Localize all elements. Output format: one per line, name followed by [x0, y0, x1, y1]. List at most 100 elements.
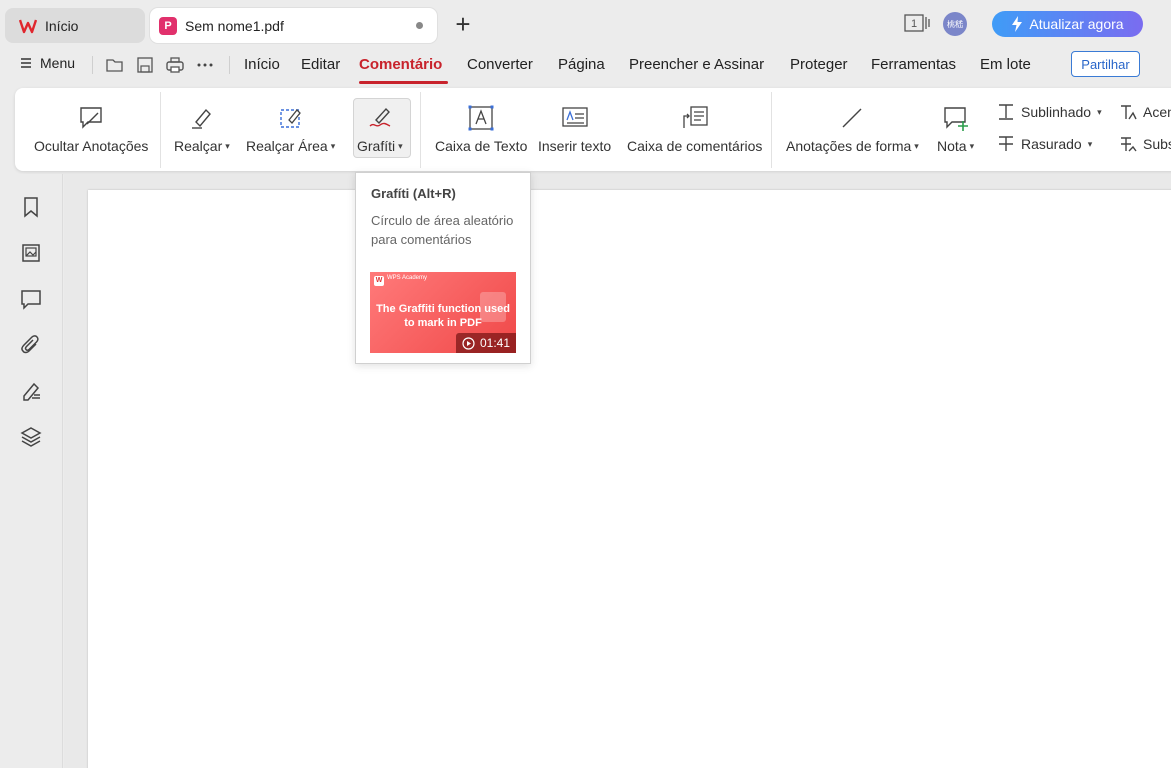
tab-document-label: Sem nome1.pdf [185, 17, 284, 34]
chevron-down-icon: ▾ [330, 140, 336, 151]
video-brand: WPS Academy [387, 275, 428, 281]
save-icon[interactable] [135, 56, 155, 74]
comment-box-icon [683, 106, 708, 128]
chevron-down-icon: ▾ [1097, 106, 1102, 117]
tab-home[interactable]: Início [5, 8, 145, 43]
open-folder-icon[interactable] [105, 56, 125, 74]
note-add-icon [943, 107, 968, 131]
tab-converter[interactable]: Converter [467, 56, 533, 73]
text-box-label: Caixa de Texto [435, 138, 528, 154]
tab-document[interactable]: P Sem nome1.pdf [150, 8, 437, 43]
highlight-area-icon [279, 109, 301, 128]
upgrade-button[interactable]: Atualizar agora [992, 11, 1143, 37]
substitute-button[interactable]: Subs [1119, 135, 1171, 153]
tab-inicio[interactable]: Início [244, 56, 280, 73]
line-shape-icon [842, 108, 862, 128]
tab-comentario[interactable]: Comentário [359, 56, 442, 73]
new-tab-button[interactable]: + [452, 11, 474, 38]
lightning-icon [1012, 16, 1023, 32]
layers-icon[interactable] [20, 426, 42, 448]
video-duration: 01:41 [479, 336, 511, 350]
strikethrough-button[interactable]: Rasurado ▾ [997, 135, 1092, 153]
chevron-down-icon: ▾ [1087, 138, 1093, 149]
substitute-label: Subs [1143, 136, 1171, 152]
tab-em-lote[interactable]: Em lote [980, 56, 1031, 73]
upgrade-label: Atualizar agora [1029, 16, 1124, 32]
bookmark-icon[interactable] [20, 196, 42, 218]
main-menu-button[interactable]: Menu [20, 55, 75, 71]
avatar[interactable]: 桃嵇 [943, 12, 967, 36]
tutorial-video-thumbnail[interactable]: W WPS Academy The Graffiti function used… [370, 272, 516, 353]
tab-pagina[interactable]: Página [558, 56, 605, 73]
play-icon [462, 336, 475, 350]
unsaved-dot-icon[interactable] [416, 22, 423, 29]
highlighter-icon [191, 108, 211, 129]
hamburger-icon [21, 58, 31, 68]
tab-home-label: Início [45, 17, 79, 34]
highlight-label: Realçar [174, 138, 223, 154]
underline-label: Sublinhado [1021, 104, 1092, 120]
strikethrough-label: Rasurado [1021, 136, 1082, 152]
pdf-page[interactable] [88, 190, 1171, 768]
shape-annotations-label: Anotações de forma [786, 138, 912, 154]
video-title: The Graffiti function used to mark in PD… [376, 303, 510, 329]
comment-ribbon: Ocultar Anotações Realçar ▾ Realçar Área ▾… [15, 88, 1171, 171]
signature-icon[interactable] [20, 380, 42, 402]
chevron-down-icon: ▾ [398, 140, 403, 151]
tab-editar[interactable]: Editar [301, 56, 340, 73]
graffiti-button[interactable]: Grafíti ▾ [357, 104, 403, 154]
text-box-button[interactable]: Caixa de Texto [435, 104, 527, 154]
hide-annotations-button[interactable]: Ocultar Anotações [34, 104, 148, 154]
pdf-file-icon: P [159, 16, 177, 35]
main-menu-label: Menu [40, 55, 76, 71]
divider [229, 56, 230, 74]
window-count-icon[interactable]: 1 [904, 14, 930, 32]
attachment-icon[interactable] [20, 334, 42, 356]
wps-academy-logo-icon: W [374, 276, 384, 286]
divider [92, 56, 93, 74]
document-viewport[interactable] [64, 174, 1171, 768]
tab-ferramentas[interactable]: Ferramentas [871, 56, 956, 73]
graffiti-label: Grafíti [357, 138, 396, 154]
insert-text-label: Inserir texto [538, 138, 612, 154]
left-sidebar [0, 174, 63, 768]
underline-button[interactable]: Sublinhado ▾ [997, 103, 1102, 121]
accent-button[interactable]: Acen [1119, 103, 1171, 121]
shape-annotations-button[interactable]: Anotações de forma ▾ [786, 104, 919, 154]
graffiti-pen-icon [369, 107, 391, 127]
comment-icon[interactable] [20, 288, 42, 310]
hide-annotations-label: Ocultar Anotações [34, 138, 149, 154]
note-label: Nota [937, 138, 967, 154]
highlight-area-button[interactable]: Realçar Área ▾ [246, 104, 335, 154]
video-duration-badge: 01:41 [456, 333, 516, 353]
more-icon[interactable] [195, 56, 215, 74]
divider [420, 92, 421, 168]
chevron-down-icon: ▾ [225, 140, 230, 151]
underline-icon [999, 104, 1013, 120]
substitute-text-icon [1121, 137, 1137, 152]
tab-preencher-e-assinar[interactable]: Preencher e Assinar [629, 56, 764, 73]
graffiti-tooltip: Grafíti (Alt+R) Círculo de área aleatóri… [355, 172, 531, 364]
accent-label: Acen [1143, 104, 1171, 120]
print-icon[interactable] [165, 56, 185, 74]
strikethrough-icon [999, 136, 1013, 151]
wps-logo-icon [19, 19, 37, 33]
tab-bar: Início P Sem nome1.pdf + 1 桃嵇 Atualizar … [0, 0, 1171, 48]
hide-annotations-icon [80, 107, 102, 129]
tooltip-title: Grafíti (Alt+R) [371, 186, 456, 201]
accent-text-icon [1121, 105, 1137, 120]
menu-row: Menu Início Editar Comentário Converter … [0, 48, 1171, 84]
comment-box-button[interactable]: Caixa de comentários [627, 104, 762, 154]
tab-proteger[interactable]: Proteger [790, 56, 848, 73]
share-button[interactable]: Partilhar [1071, 51, 1140, 77]
image-icon[interactable] [20, 242, 42, 264]
highlight-button[interactable]: Realçar ▾ [174, 104, 230, 154]
comment-box-label: Caixa de comentários [627, 138, 763, 154]
divider [160, 92, 161, 168]
divider [771, 92, 772, 168]
highlight-area-label: Realçar Área [246, 138, 328, 154]
window-count-text: 1 [911, 18, 917, 30]
insert-text-icon [561, 107, 588, 127]
note-button[interactable]: Nota ▾ [937, 104, 974, 154]
insert-text-button[interactable]: Inserir texto [538, 104, 611, 154]
